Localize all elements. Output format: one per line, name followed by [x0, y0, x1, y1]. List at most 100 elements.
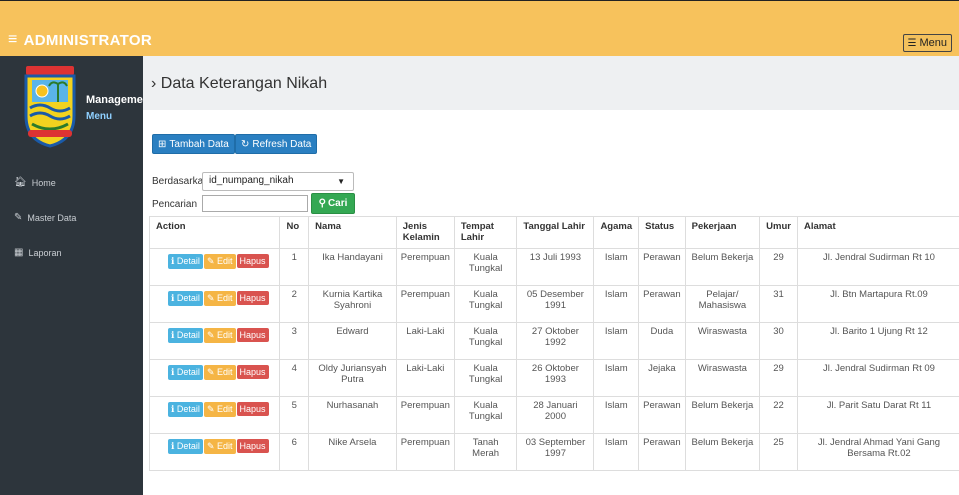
- hamburger-icon[interactable]: ≡: [8, 31, 18, 49]
- edit-label: Edit: [216, 404, 233, 414]
- delete-button[interactable]: Hapus: [236, 402, 269, 416]
- cell-agama: Islam: [593, 285, 640, 323]
- filter-field-select[interactable]: id_numpang_nikah ▼: [202, 172, 354, 191]
- detail-button[interactable]: ℹ Detail: [168, 439, 203, 454]
- home-icon: 🏠︎: [14, 177, 27, 188]
- cell-agama: Islam: [593, 248, 640, 286]
- edit-label: Edit: [216, 256, 233, 266]
- delete-button[interactable]: Hapus: [236, 328, 269, 342]
- sidebar-item-label: Master Data: [27, 212, 77, 223]
- cell-umur: 30: [759, 322, 798, 360]
- detail-button[interactable]: ℹ Detail: [168, 254, 203, 269]
- edit-button[interactable]: ✎ Edit: [203, 365, 236, 380]
- cell-tempat-lahir: Kuala Tungkal: [453, 322, 518, 360]
- cell-jenis-kelamin: Perempuan: [395, 285, 455, 323]
- cell-jenis-kelamin: Perempuan: [395, 248, 455, 286]
- detail-label: Detail: [176, 441, 200, 451]
- edit-button[interactable]: ✎ Edit: [203, 291, 236, 306]
- add-data-button[interactable]: ⊞ Tambah Data: [152, 134, 235, 154]
- delete-label: Hapus: [239, 404, 266, 414]
- search-label: Pencarian: [152, 199, 198, 210]
- cell-no: 4: [279, 359, 310, 397]
- brand[interactable]: ≡ ADMINISTRATOR: [8, 31, 152, 49]
- sidebar-item-master-data[interactable]: ✎ Master Data: [14, 212, 76, 223]
- row-actions: ℹ Detail ✎ Edit Hapus: [148, 285, 281, 323]
- table-row: ℹ Detail ✎ Edit Hapus 5 Nurhasanah Perempu…: [148, 396, 959, 434]
- delete-label: Hapus: [239, 367, 266, 377]
- cell-status: Perawan: [638, 248, 686, 286]
- cell-jenis-kelamin: Perempuan: [395, 396, 455, 434]
- column-header-tempat-lahir: Tempat Lahir: [453, 216, 518, 249]
- cell-pekerjaan: Pelajar/ Mahasiswa: [684, 285, 761, 323]
- cell-tanggal-lahir: 27 Oktober 1992: [516, 322, 595, 360]
- main-content: › Data Keterangan Nikah ⊞ Tambah Data ↻ …: [143, 56, 959, 495]
- cell-jenis-kelamin: Laki-Laki: [395, 359, 455, 397]
- search-icon: ⚲: [318, 198, 326, 209]
- search-button-label: Cari: [327, 198, 348, 209]
- edit-label: Edit: [216, 367, 233, 377]
- column-header-agama: Agama: [593, 216, 640, 249]
- table-header-row: Action No Nama Jenis Kelamin Tempat Lahi…: [148, 216, 959, 249]
- cell-pekerjaan: Belum Bekerja: [684, 433, 761, 471]
- brand-title: ADMINISTRATOR: [23, 31, 152, 49]
- cell-umur: 22: [759, 396, 798, 434]
- column-header-action: Action: [148, 216, 281, 249]
- edit-button[interactable]: ✎ Edit: [203, 254, 236, 269]
- sidebar-item-laporan[interactable]: ▦ Laporan: [14, 247, 61, 258]
- delete-button[interactable]: Hapus: [236, 365, 269, 379]
- detail-button[interactable]: ℹ Detail: [168, 291, 203, 306]
- sidebar-item-label: Home: [31, 177, 56, 188]
- detail-button[interactable]: ℹ Detail: [168, 365, 203, 380]
- menu-button[interactable]: ☰ Menu: [902, 34, 952, 52]
- detail-label: Detail: [176, 367, 200, 377]
- detail-button[interactable]: ℹ Detail: [168, 402, 203, 417]
- cell-no: 1: [279, 248, 310, 286]
- column-header-status: Status: [638, 216, 686, 249]
- detail-label: Detail: [176, 404, 200, 414]
- cell-status: Jejaka: [638, 359, 686, 397]
- column-header-tanggal-lahir: Tanggal Lahir: [516, 216, 595, 249]
- column-header-jenis-kelamin: Jenis Kelamin: [395, 216, 455, 249]
- cell-pekerjaan: Wiraswasta: [684, 322, 761, 360]
- delete-button[interactable]: Hapus: [236, 254, 269, 268]
- cell-tanggal-lahir: 28 Januari 2000: [516, 396, 595, 434]
- column-header-no: No: [279, 216, 310, 249]
- plus-square-icon: ⊞: [158, 138, 167, 150]
- column-header-umur: Umur: [759, 216, 798, 249]
- list-icon: ☰: [907, 37, 917, 49]
- detail-label: Detail: [176, 330, 200, 340]
- cell-no: 3: [279, 322, 310, 360]
- cell-nama: Nike Arsela: [308, 433, 397, 471]
- cell-no: 6: [279, 433, 310, 471]
- table-row: ℹ Detail ✎ Edit Hapus 6 Nike Arsela Peremp…: [148, 433, 959, 471]
- delete-button[interactable]: Hapus: [236, 439, 269, 453]
- table-row: ℹ Detail ✎ Edit Hapus 4 Oldy Juriansyah Pu…: [148, 359, 959, 397]
- menu-button-label: Menu: [919, 37, 947, 49]
- cell-alamat: Jl. Parit Satu Darat Rt 11: [796, 396, 959, 434]
- row-actions: ℹ Detail ✎ Edit Hapus: [148, 433, 281, 471]
- detail-button[interactable]: ℹ Detail: [168, 328, 203, 343]
- column-header-pekerjaan: Pekerjaan: [684, 216, 761, 249]
- cell-nama: Nurhasanah: [308, 396, 397, 434]
- cell-no: 5: [279, 396, 310, 434]
- edit-button[interactable]: ✎ Edit: [203, 439, 236, 454]
- edit-icon: ✎: [14, 212, 23, 223]
- cell-status: Perawan: [638, 433, 686, 471]
- search-button[interactable]: ⚲ Cari: [311, 193, 355, 214]
- cell-tempat-lahir: Kuala Tungkal: [453, 396, 518, 434]
- delete-label: Hapus: [239, 441, 266, 451]
- cell-nama: Oldy Juriansyah Putra: [308, 359, 397, 397]
- sidebar-item-home[interactable]: 🏠︎ Home: [14, 177, 56, 188]
- cell-agama: Islam: [593, 322, 640, 360]
- delete-button[interactable]: Hapus: [236, 291, 269, 305]
- cell-alamat: Jl. Jendral Sudirman Rt 10: [796, 248, 959, 286]
- refresh-data-label: Refresh Data: [252, 138, 312, 150]
- detail-label: Detail: [176, 293, 200, 303]
- edit-button[interactable]: ✎ Edit: [203, 328, 236, 343]
- edit-button[interactable]: ✎ Edit: [203, 402, 236, 417]
- refresh-data-button[interactable]: ↻ Refresh Data: [235, 134, 318, 154]
- table-row: ℹ Detail ✎ Edit Hapus 2 Kurnia Kartika Sya…: [148, 285, 959, 323]
- page-title: › Data Keterangan Nikah: [151, 75, 328, 92]
- edit-label: Edit: [216, 293, 233, 303]
- search-input[interactable]: [202, 195, 308, 212]
